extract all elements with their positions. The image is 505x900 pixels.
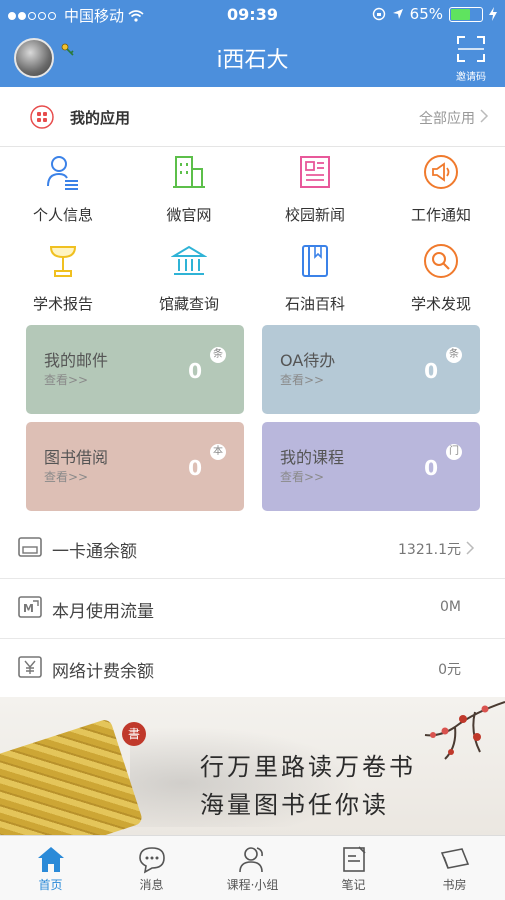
my-apps-title: 我的应用 [70, 109, 131, 127]
tile-title: 我的课程 [280, 448, 345, 467]
tab-home[interactable]: 首页 [0, 836, 101, 900]
tile-count: 0 [424, 456, 438, 480]
rotation-lock-icon [372, 7, 385, 21]
location-arrow-icon [392, 9, 403, 19]
group-icon [238, 847, 263, 873]
monthly-data-row[interactable]: M 本月使用流量 0M [0, 579, 505, 639]
app-item[interactable]: 微官网 [126, 150, 252, 230]
tile-view-link: 查看>> [280, 373, 325, 387]
lamp-icon [49, 246, 77, 277]
chat-icon [138, 847, 165, 874]
campus-card-balance-row[interactable]: 一卡通余额 1321.1元 [0, 519, 505, 579]
app-label: 学术发现 [410, 295, 471, 313]
battery-fill [451, 8, 470, 20]
tile-count: 0 [188, 456, 202, 480]
network-balance-row[interactable]: 网络计费余额 0元 [0, 639, 505, 699]
tab-courses-groups[interactable]: 课程·小组 [202, 836, 303, 900]
app-item[interactable]: 个人信息 [0, 150, 126, 230]
tile-unit-badge: 门 [446, 444, 462, 460]
tile-title: OA待办 [280, 351, 336, 370]
app-label: 校园新闻 [284, 206, 345, 224]
banner-line-1: 行万里路读万卷书 [200, 753, 416, 781]
search-icon [424, 244, 458, 278]
invite-code-button[interactable]: 邀请码 [451, 36, 491, 83]
status-bar: 中国移动 09:39 65% [0, 0, 505, 30]
tile-unit-badge: 本 [210, 444, 226, 460]
bottom-tab-bar: 首页 消息 课程·小组 笔记 书房 [0, 835, 505, 900]
tile-count: 0 [188, 359, 202, 383]
app-item[interactable]: 学术发现 [378, 239, 504, 319]
tile-unit-badge: 条 [210, 347, 226, 363]
oa-todo-tile[interactable]: OA待办 查看>> 0 条 [262, 325, 480, 414]
tile-title: 我的邮件 [44, 351, 109, 370]
app-label: 微官网 [166, 206, 212, 224]
row-label: 一卡通余额 [52, 542, 137, 562]
tab-label: 消息 [139, 878, 164, 892]
tile-title: 图书借阅 [44, 448, 109, 467]
library-icon [171, 245, 207, 275]
chevron-right-icon [466, 541, 475, 555]
svg-text:M: M [23, 602, 34, 615]
app-header: i西石大 邀请码 [0, 30, 505, 87]
tab-notes[interactable]: 笔记 [303, 836, 404, 900]
book-icon [302, 245, 328, 277]
courses-tile[interactable]: 我的课程 查看>> 0 门 [262, 422, 480, 511]
tile-view-link: 查看>> [44, 373, 89, 387]
row-value: 0M [440, 599, 461, 615]
yuan-icon [18, 656, 42, 678]
newspaper-icon [300, 156, 330, 188]
tile-view-link: 查看>> [44, 470, 89, 484]
seal-stamp: 書 [122, 722, 146, 746]
app-item[interactable]: 石油百科 [252, 239, 378, 319]
bookshelf-icon [440, 848, 469, 869]
banner-line-2: 海量图书任你读 [200, 791, 389, 819]
app-label: 个人信息 [32, 206, 93, 224]
apps-grid-icon [30, 105, 54, 129]
data-usage-icon: M [18, 596, 42, 618]
invite-code-label: 邀请码 [456, 72, 486, 83]
plum-blossom-decoration [424, 701, 505, 760]
app-item[interactable]: 工作通知 [378, 150, 504, 230]
book-borrow-tile[interactable]: 图书借阅 查看>> 0 本 [26, 422, 244, 511]
app-label: 工作通知 [410, 206, 471, 224]
scan-icon [457, 36, 485, 62]
building-icon [173, 156, 205, 188]
tile-count: 0 [424, 359, 438, 383]
top-bar: 中国移动 09:39 65% i西石大 邀请码 [0, 0, 505, 87]
app-title: i西石大 [216, 48, 289, 73]
app-item[interactable]: 学术报告 [0, 239, 126, 319]
tab-label: 课程·小组 [226, 878, 279, 892]
app-label: 石油百科 [284, 295, 345, 313]
my-apps-header: 我的应用 全部应用 [0, 87, 505, 147]
mail-tile[interactable]: 我的邮件 查看>> 0 条 [26, 325, 244, 414]
tab-bookshelf[interactable]: 书房 [404, 836, 505, 900]
chevron-right-icon [480, 109, 489, 123]
wallet-icon [18, 537, 42, 557]
tab-label: 首页 [38, 878, 63, 892]
promo-banner[interactable]: 書 行万里路读万卷书 海量图书任你读 [0, 697, 505, 835]
megaphone-icon [424, 155, 458, 189]
all-apps-link[interactable]: 全部应用 [419, 108, 475, 128]
app-label: 馆藏查询 [158, 295, 219, 313]
app-label: 学术报告 [32, 295, 93, 313]
note-icon [342, 846, 366, 872]
row-value: 0元 [438, 662, 461, 678]
tab-label: 书房 [442, 878, 467, 892]
tile-view-link: 查看>> [280, 470, 325, 484]
person-list-icon [47, 156, 78, 190]
row-value: 1321.1元 [398, 542, 461, 558]
tab-label: 笔记 [341, 878, 366, 892]
battery-icon [449, 6, 483, 22]
tab-messages[interactable]: 消息 [101, 836, 202, 900]
tile-unit-badge: 条 [446, 347, 462, 363]
row-label: 本月使用流量 [52, 602, 154, 622]
battery-percent: 65% [409, 5, 443, 23]
row-label: 网络计费余额 [52, 662, 154, 682]
app-item[interactable]: 馆藏查询 [126, 239, 252, 319]
home-icon [37, 847, 64, 872]
app-item[interactable]: 校园新闻 [252, 150, 378, 230]
charging-icon [489, 7, 497, 21]
